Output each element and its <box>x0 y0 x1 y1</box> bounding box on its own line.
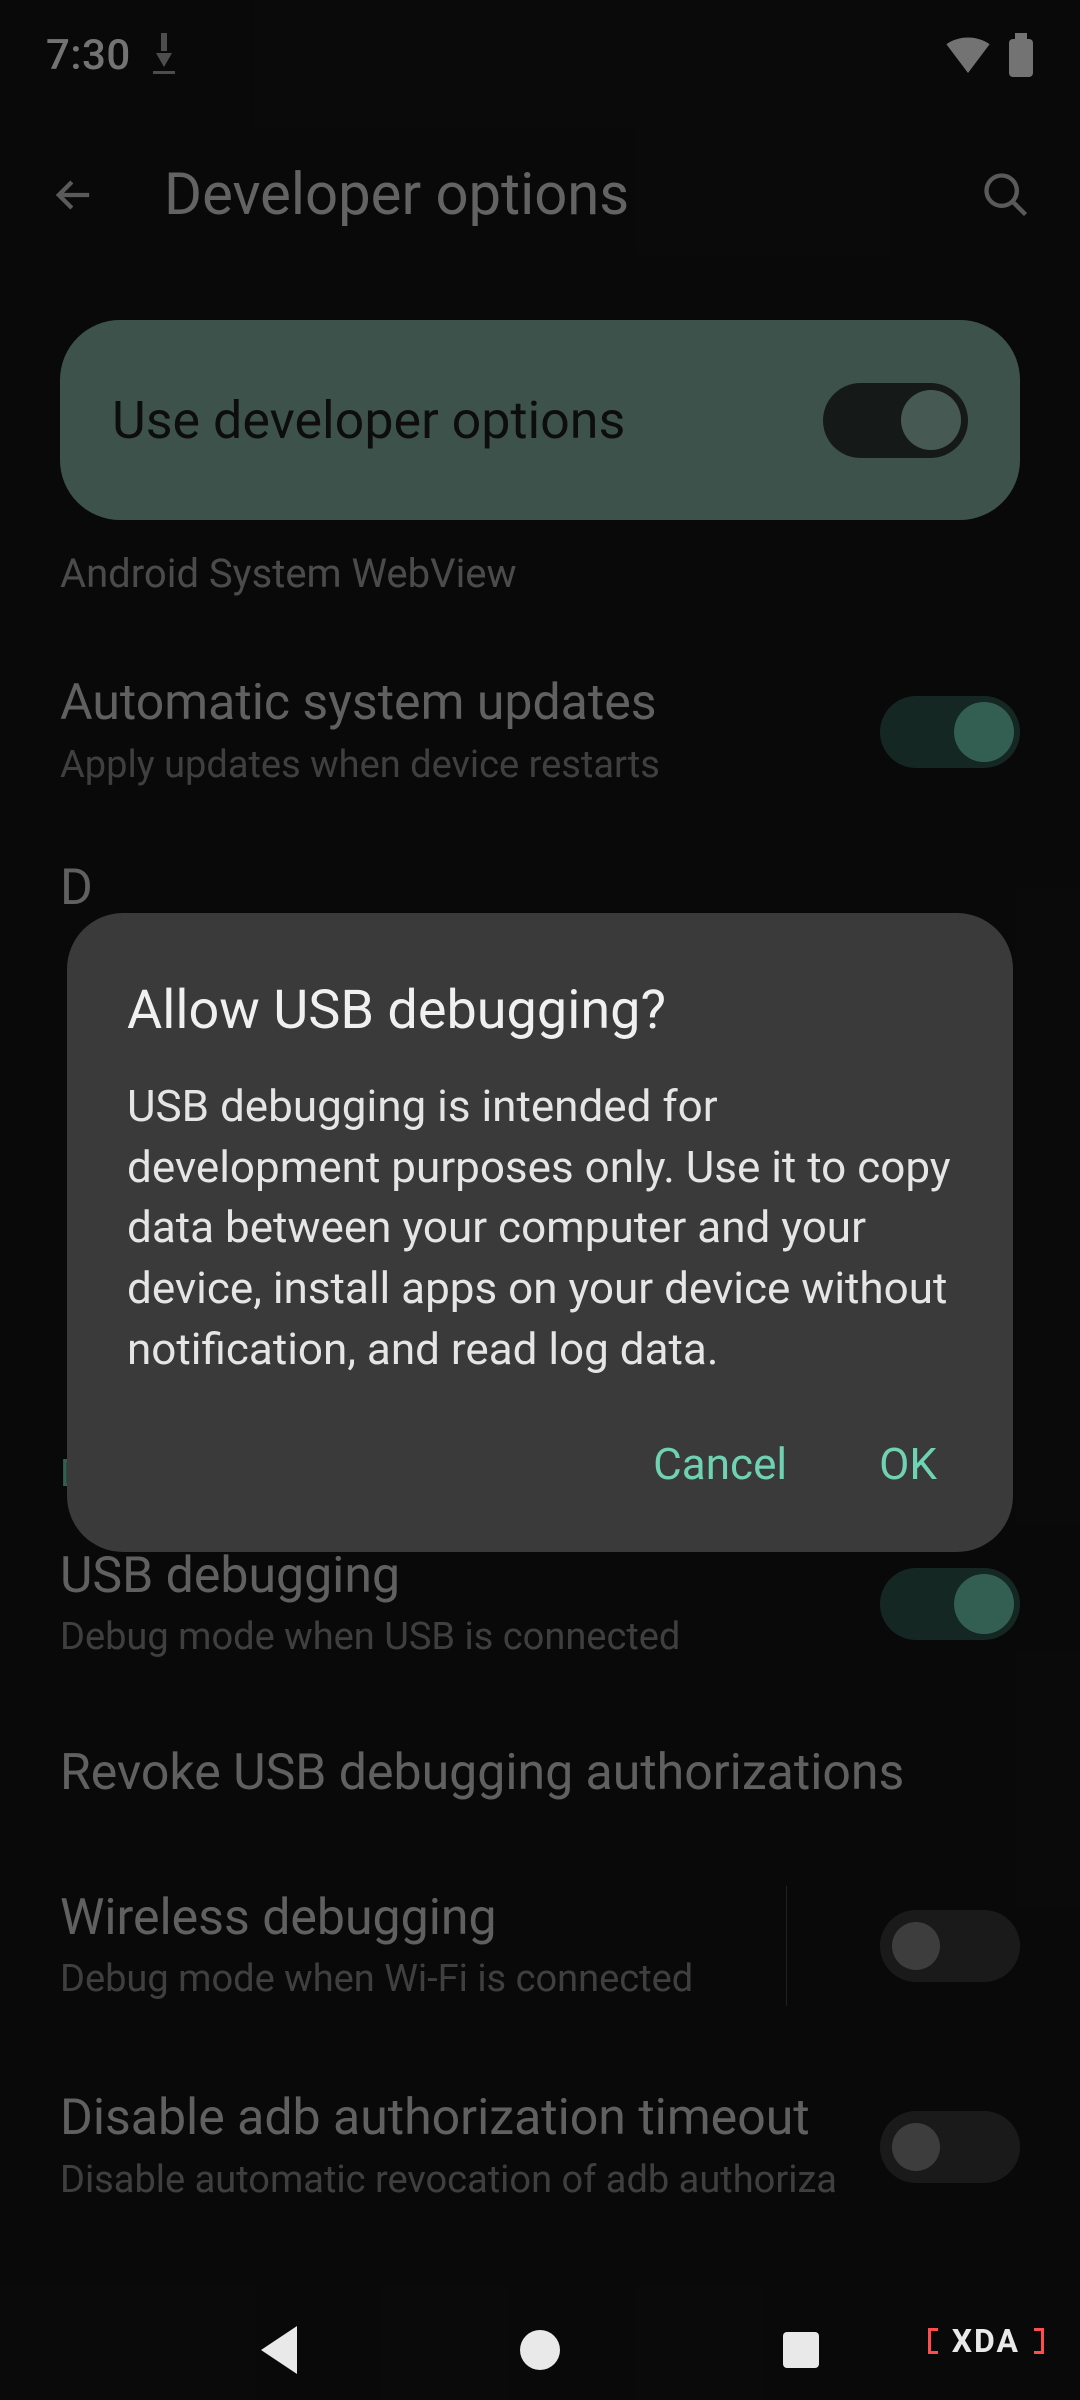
watermark: XDA <box>928 2322 1044 2360</box>
dialog-title: Allow USB debugging? <box>127 979 953 1042</box>
ok-button[interactable]: OK <box>869 1420 947 1508</box>
nav-back-icon[interactable] <box>261 2326 297 2374</box>
watermark-text: XDA <box>952 2322 1020 2360</box>
nav-home-icon[interactable] <box>520 2330 560 2370</box>
nav-recent-icon[interactable] <box>783 2332 819 2368</box>
navigation-bar <box>0 2300 1080 2400</box>
cancel-button[interactable]: Cancel <box>643 1420 797 1508</box>
usb-debugging-dialog: Allow USB debugging? USB debugging is in… <box>67 913 1013 1552</box>
dialog-actions: Cancel OK <box>127 1420 953 1508</box>
dialog-body: USB debugging is intended for developmen… <box>127 1076 953 1380</box>
